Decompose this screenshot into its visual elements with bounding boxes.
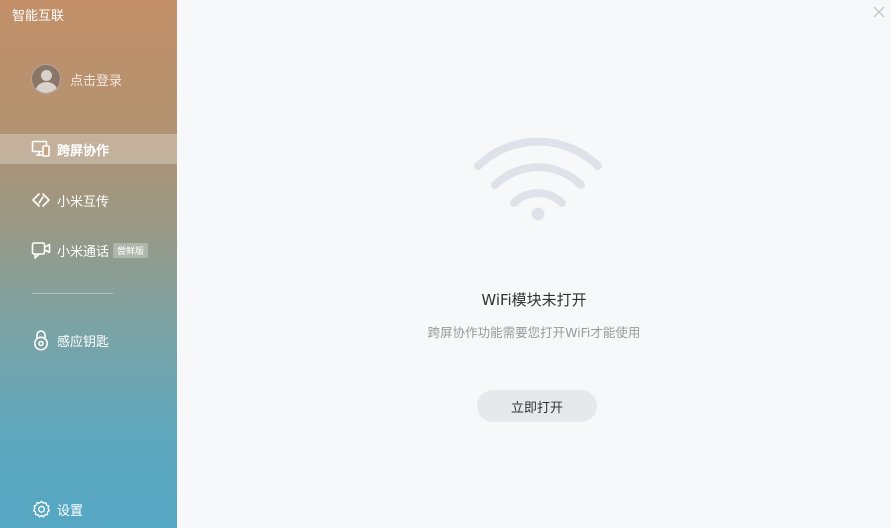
nav-item-mi-share[interactable]: 小米互传 (0, 185, 177, 215)
nav-item-cross-screen[interactable]: 跨屏协作 (0, 134, 177, 164)
avatar[interactable] (31, 64, 61, 94)
beta-badge: 尝鲜版 (113, 242, 149, 258)
nav-item-smart-key[interactable]: 感应钥匙 (0, 325, 177, 355)
gear-icon (31, 499, 51, 519)
video-call-icon (31, 240, 51, 260)
settings-label: 设置 (57, 503, 84, 519)
nav-item-mi-call[interactable]: 小米通话 尝鲜版 (0, 235, 177, 265)
transfer-icon (31, 190, 51, 210)
lock-icon (31, 330, 51, 351)
sidebar-divider (32, 293, 113, 294)
screen-share-icon (31, 139, 51, 159)
close-icon (873, 6, 885, 18)
login-label: 点击登录 (70, 73, 123, 89)
login-button[interactable]: 点击登录 (31, 64, 122, 94)
nav-label-mi-share: 小米互传 (57, 194, 110, 210)
nav-label-cross-screen: 跨屏协作 (57, 143, 110, 159)
app-title: 智能互联 (12, 9, 65, 24)
open-wifi-button[interactable]: 立即打开 (477, 390, 597, 422)
status-title: WiFi模块未打开 (481, 291, 587, 309)
status-description: 跨屏协作功能需要您打开WiFi才能使用 (427, 325, 641, 340)
settings-button[interactable]: 设置 (31, 498, 83, 520)
sidebar: 智能互联 点击登录 跨屏协作 小米互传 小米通话 尝鲜版 感应钥匙 设置 (0, 0, 177, 528)
nav-label-smart-key: 感应钥匙 (57, 334, 110, 350)
wifi-off-icon (472, 136, 604, 226)
close-button[interactable] (872, 4, 886, 18)
nav-label-mi-call: 小米通话 (57, 244, 110, 260)
